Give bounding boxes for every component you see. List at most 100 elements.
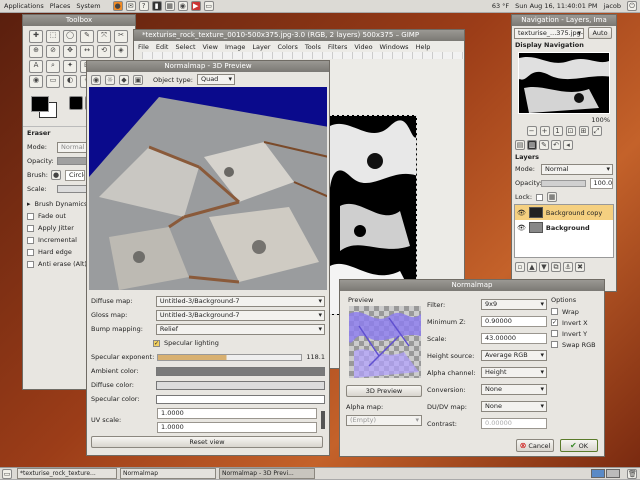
menu-select[interactable]: Select	[175, 43, 195, 51]
auto-button[interactable]: Auto	[588, 27, 612, 39]
tool-icon[interactable]: ✥	[63, 45, 77, 58]
layer-row-selected[interactable]: 👁 Background copy	[515, 205, 613, 220]
menu-help[interactable]: Help	[416, 43, 431, 51]
incremental-checkbox[interactable]	[27, 236, 34, 244]
cancel-button[interactable]: ⊗ Cancel	[516, 439, 554, 452]
menu-layer[interactable]: Layer	[252, 43, 270, 51]
swap-rgb-checkbox[interactable]	[551, 341, 558, 348]
image-menu-combo[interactable]: texturise_...375.jpg-3	[514, 27, 584, 39]
anti-erase-checkbox[interactable]	[27, 260, 34, 268]
contrast-input[interactable]: 0.00000	[481, 418, 547, 429]
layer-opacity-slider[interactable]	[541, 179, 586, 187]
diffuse-color-button[interactable]	[155, 380, 325, 390]
object-type-combo[interactable]: Quad	[196, 74, 235, 85]
folder-icon[interactable]: ▭	[203, 1, 214, 11]
minimum-z-input[interactable]: 0.90000	[481, 316, 547, 327]
reset-view-button[interactable]: Reset view	[91, 436, 323, 448]
hard-edge-checkbox[interactable]	[27, 248, 34, 256]
foreground-color-swatch[interactable]	[31, 96, 49, 112]
invert-y-checkbox[interactable]	[551, 330, 558, 337]
show-desktop-icon[interactable]: ▭	[2, 468, 12, 479]
paths-tab-icon[interactable]: ✎	[539, 140, 549, 150]
taskbar-item-3d-preview[interactable]: Normalmap - 3D Previ...	[219, 468, 315, 479]
specular-color-button[interactable]	[155, 394, 325, 404]
tool-icon[interactable]: ◐	[63, 75, 77, 88]
raise-layer-icon[interactable]: ▲	[527, 262, 537, 272]
gloss-map-combo[interactable]: Untitled-3/Background-7	[155, 309, 325, 321]
tool-icon[interactable]: ✚	[29, 30, 43, 43]
system-menu[interactable]: System	[76, 2, 100, 10]
tool-icon[interactable]: A	[29, 60, 43, 73]
places-menu[interactable]: Places	[50, 2, 71, 10]
launcher-icons[interactable]: ● ✉ ? ▮ ▦ ◉ ▶ ▭	[112, 1, 214, 11]
uv-lock-icon[interactable]	[321, 411, 325, 429]
object-icon[interactable]: ◆	[119, 74, 129, 85]
taskbar-item-image[interactable]: *texturise_rock_texture...	[17, 468, 117, 479]
tool-icon[interactable]: ◉	[29, 75, 43, 88]
menu-edit[interactable]: Edit	[156, 43, 169, 51]
menu-colors[interactable]: Colors	[277, 43, 297, 51]
layer-opacity-input[interactable]: 100.0	[589, 177, 613, 189]
layer-row[interactable]: 👁 Background	[515, 220, 613, 235]
wrap-checkbox[interactable]	[551, 308, 558, 315]
lock-alpha-icon[interactable]: ▦	[547, 192, 558, 202]
zoom-fit-icon[interactable]: ⊡	[565, 126, 576, 136]
lower-layer-icon[interactable]: ▼	[539, 262, 549, 272]
tool-icon[interactable]: ⊕	[29, 45, 43, 58]
fullscreen-icon[interactable]: ▣	[133, 74, 143, 85]
mail-icon[interactable]: ✉	[125, 1, 136, 11]
terminal-icon[interactable]: ▮	[151, 1, 162, 11]
tool-icon[interactable]: ⊘	[46, 45, 60, 58]
invert-x-checkbox[interactable]: ✓	[551, 319, 558, 326]
delete-layer-icon[interactable]: ✖	[575, 262, 585, 272]
tool-icon[interactable]: ✦	[63, 60, 77, 73]
workspace-switcher[interactable]	[591, 469, 620, 478]
tool-icon[interactable]: ⤧	[97, 30, 111, 43]
tab-menu-icon[interactable]: ◂	[563, 140, 573, 150]
zoom-in-icon[interactable]: +	[539, 126, 550, 136]
media-icon[interactable]: ▶	[190, 1, 201, 11]
menu-windows[interactable]: Windows	[380, 43, 409, 51]
tool-icon[interactable]: ◯	[63, 30, 77, 43]
layer-mode-combo[interactable]: Normal	[541, 163, 613, 175]
workspace-1[interactable]	[591, 469, 605, 478]
menu-file[interactable]: File	[138, 43, 149, 51]
visibility-eye-icon[interactable]: 👁	[517, 209, 526, 217]
help-icon[interactable]: ?	[138, 1, 149, 11]
alpha-channel-combo[interactable]: Height	[481, 367, 547, 378]
clock[interactable]: Sun Aug 16, 11:40:01 PM	[515, 2, 597, 10]
shrink-wrap-icon[interactable]: ⤢	[591, 126, 602, 136]
tool-icon[interactable]: ⟲	[97, 45, 111, 58]
anchor-layer-icon[interactable]: ⚓	[563, 262, 573, 272]
brush-swatch-icon[interactable]: ●	[51, 170, 61, 180]
ok-button[interactable]: ✔ OK	[560, 439, 598, 452]
camera-icon[interactable]: ◉	[91, 74, 101, 85]
layers-tab-icon[interactable]: ▤	[515, 140, 525, 150]
power-icon[interactable]: ⏻	[627, 1, 637, 11]
gimp-icon[interactable]: ◉	[177, 1, 188, 11]
specular-lighting-checkbox[interactable]: ✓	[153, 339, 160, 347]
brush-preview-icon[interactable]	[69, 96, 83, 110]
uv-scale-v-input[interactable]: 1.0000	[157, 421, 317, 433]
zoom-out-icon[interactable]: −	[526, 126, 537, 136]
zoom-fill-icon[interactable]: ⊞	[578, 126, 589, 136]
menu-view[interactable]: View	[203, 43, 218, 51]
menu-tools[interactable]: Tools	[305, 43, 321, 51]
calc-icon[interactable]: ▦	[164, 1, 175, 11]
scale-input[interactable]: 43.00000	[481, 333, 547, 344]
navigation-preview[interactable]	[518, 52, 610, 114]
layer-name[interactable]: Background	[546, 224, 590, 232]
horizontal-ruler[interactable]	[142, 52, 464, 59]
fade-out-checkbox[interactable]	[27, 212, 34, 220]
dudv-map-combo[interactable]: None	[481, 401, 547, 412]
tool-icon[interactable]: ⬚	[46, 30, 60, 43]
brush-dynamics-expander[interactable]: Brush Dynamics	[35, 200, 88, 208]
tool-icon[interactable]: ▭	[46, 75, 60, 88]
lock-pixels-checkbox[interactable]	[536, 193, 544, 201]
height-source-combo[interactable]: Average RGB	[481, 350, 547, 361]
preview3d-viewport[interactable]	[89, 87, 327, 290]
bump-mapping-combo[interactable]: Relief	[155, 323, 325, 335]
taskbar-item-normalmap[interactable]: Normalmap	[120, 468, 216, 479]
duplicate-layer-icon[interactable]: ⧉	[551, 262, 561, 272]
layer-name[interactable]: Background copy	[546, 209, 602, 217]
